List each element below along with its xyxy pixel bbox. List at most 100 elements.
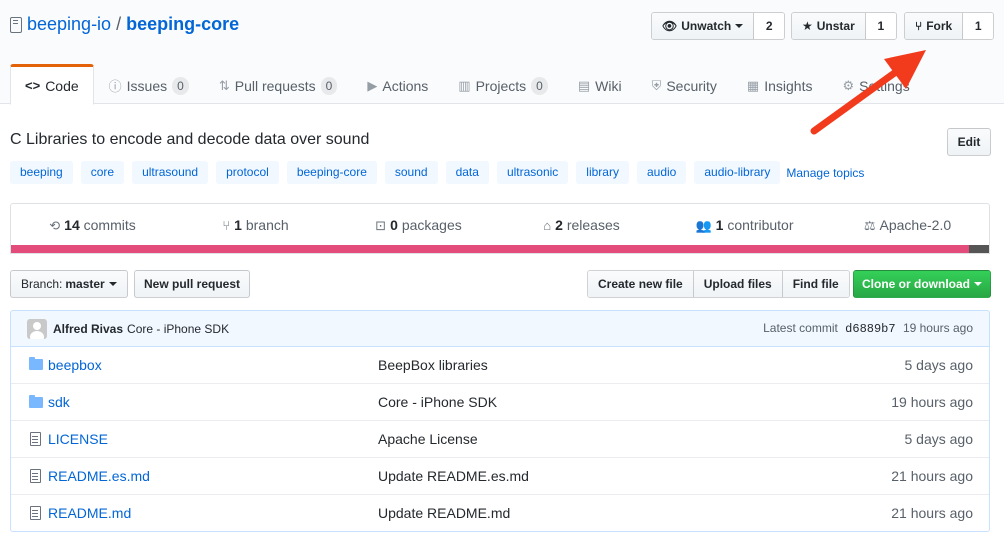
- language-bar[interactable]: [11, 245, 989, 253]
- file-commit-message[interactable]: Update README.md: [378, 505, 849, 521]
- package-icon: ⊡: [375, 217, 387, 233]
- issues-counter: 0: [172, 76, 189, 95]
- contributors-label: contributor: [727, 216, 794, 233]
- tab-pull-requests[interactable]: ⇅ Pull requests 0: [204, 64, 353, 105]
- commit-message[interactable]: Core - iPhone SDK: [127, 322, 229, 336]
- repo-description: C Libraries to encode and decode data ov…: [10, 131, 370, 148]
- file-age: 5 days ago: [904, 431, 974, 447]
- tab-label: Code: [45, 77, 79, 94]
- file-commit-message[interactable]: Apache License: [378, 431, 849, 447]
- tag-icon: ⌂: [543, 218, 552, 233]
- unstar-button[interactable]: ★ Unstar: [792, 13, 866, 39]
- tab-wiki[interactable]: ▤ Wiki: [563, 64, 637, 105]
- file-age: 19 hours ago: [891, 394, 973, 410]
- folder-icon: [28, 357, 43, 370]
- branches-link[interactable]: ⑂ 1 branch: [174, 217, 337, 233]
- manage-topics-link[interactable]: Manage topics: [786, 166, 864, 180]
- annotation-arrow-icon: [810, 50, 926, 135]
- fork-label: Fork: [926, 19, 953, 33]
- topic-tag[interactable]: ultrasonic: [496, 161, 569, 184]
- play-icon: ▶: [367, 77, 378, 93]
- fork-button[interactable]: ⑂ Fork: [905, 13, 964, 39]
- topic-tag[interactable]: ultrasound: [132, 161, 209, 184]
- topic-tag[interactable]: sound: [384, 161, 438, 184]
- file-commit-message[interactable]: Update README.es.md: [378, 468, 849, 484]
- fork-button-group: ⑂ Fork 1: [904, 12, 995, 40]
- watchers-count[interactable]: 2: [754, 13, 785, 39]
- file-row: LICENSE Apache License 5 days ago: [11, 420, 989, 457]
- tab-issues[interactable]: ⓘ Issues 0: [94, 64, 204, 105]
- topic-tag[interactable]: audio: [636, 161, 687, 184]
- tab-code[interactable]: <> Code: [10, 64, 94, 105]
- pull-request-icon: ⇅: [218, 77, 230, 93]
- file-name-link[interactable]: README.es.md: [48, 468, 378, 484]
- commits-link[interactable]: ⟲ 14 commits: [11, 217, 174, 234]
- commit-age: 19 hours ago: [902, 321, 973, 335]
- file-name-link[interactable]: sdk: [48, 394, 378, 410]
- stargazers-count[interactable]: 1: [865, 13, 896, 39]
- tab-label: Security: [666, 77, 717, 94]
- contributors-link[interactable]: 👥 1 contributor: [663, 217, 826, 234]
- commit-author[interactable]: Alfred Rivas: [53, 322, 123, 336]
- history-icon: ⟲: [49, 217, 61, 233]
- language-bar-primary: [11, 245, 970, 253]
- topic-tag[interactable]: core: [80, 161, 125, 184]
- repo-owner-link[interactable]: beeping-io: [27, 14, 111, 35]
- file-actions-group: Create new file Upload files Find file: [587, 270, 850, 298]
- topic-tag[interactable]: beeping-core: [286, 161, 377, 184]
- license-link[interactable]: ⚖ Apache-2.0: [826, 217, 989, 234]
- file-commit-message[interactable]: Core - iPhone SDK: [378, 394, 849, 410]
- chevron-down-icon: [735, 24, 744, 28]
- file-name-link[interactable]: README.md: [48, 505, 378, 521]
- avatar[interactable]: [27, 318, 47, 339]
- tab-projects[interactable]: ▥ Projects 0: [443, 64, 563, 105]
- book-icon: ▤: [577, 77, 591, 93]
- topic-tag[interactable]: library: [576, 161, 629, 184]
- chevron-down-icon: [974, 282, 982, 286]
- branch-prefix: Branch:: [21, 277, 63, 291]
- topic-tag[interactable]: audio-library: [694, 161, 781, 184]
- fork-icon: ⑂: [915, 19, 923, 33]
- file-row: beepbox BeepBox libraries 5 days ago: [11, 346, 989, 383]
- upload-files-button[interactable]: Upload files: [693, 271, 783, 297]
- topic-tag[interactable]: beeping: [10, 161, 73, 184]
- commits-count: 14: [64, 216, 80, 233]
- file-name-link[interactable]: LICENSE: [48, 431, 378, 447]
- tab-actions[interactable]: ▶ Actions: [352, 64, 443, 105]
- topic-tag[interactable]: data: [445, 161, 489, 184]
- tab-label: Issues: [126, 77, 168, 94]
- license-label: Apache-2.0: [879, 216, 952, 233]
- clone-or-download-button[interactable]: Clone or download: [853, 270, 991, 298]
- chevron-down-icon: [108, 282, 117, 286]
- latest-commit-bar: Alfred Rivas Core - iPhone SDK Latest co…: [10, 310, 990, 347]
- repo-name-link[interactable]: beeping-core: [126, 14, 239, 35]
- pull-requests-counter: 0: [320, 76, 338, 95]
- branch-select-button[interactable]: Branch: master: [10, 270, 128, 298]
- releases-count: 2: [555, 217, 563, 233]
- commit-sha-link[interactable]: d6889b7: [845, 322, 895, 336]
- unwatch-button[interactable]: 👁 Unwatch: [652, 13, 755, 39]
- packages-link[interactable]: ⊡ 0 packages: [337, 217, 500, 234]
- find-file-button[interactable]: Find file: [782, 271, 849, 297]
- create-new-file-button[interactable]: Create new file: [588, 271, 694, 297]
- topic-tag[interactable]: protocol: [216, 161, 279, 184]
- new-pull-request-button[interactable]: New pull request: [134, 270, 250, 298]
- file-row: sdk Core - iPhone SDK 19 hours ago: [11, 383, 989, 420]
- file-commit-message[interactable]: BeepBox libraries: [378, 357, 849, 373]
- tab-label: Projects: [475, 77, 527, 94]
- packages-count: 0: [390, 216, 398, 233]
- file-row: README.es.md Update README.es.md 21 hour…: [11, 457, 989, 494]
- tab-label: Actions: [382, 77, 429, 94]
- repo-title: beeping-io / beeping-core: [10, 14, 239, 35]
- edit-description-button[interactable]: Edit: [947, 128, 991, 156]
- unstar-label: Unstar: [816, 19, 855, 33]
- tab-security[interactable]: ⛨ Security: [637, 64, 732, 105]
- file-name-link[interactable]: beepbox: [48, 357, 378, 373]
- releases-link[interactable]: ⌂ 2 releases: [500, 217, 663, 233]
- file-age: 21 hours ago: [891, 468, 973, 484]
- branch-icon: ⑂: [222, 218, 231, 233]
- repo-separator: /: [116, 14, 122, 34]
- law-icon: ⚖: [863, 217, 876, 233]
- releases-label: releases: [566, 217, 620, 233]
- forks-count[interactable]: 1: [963, 13, 994, 39]
